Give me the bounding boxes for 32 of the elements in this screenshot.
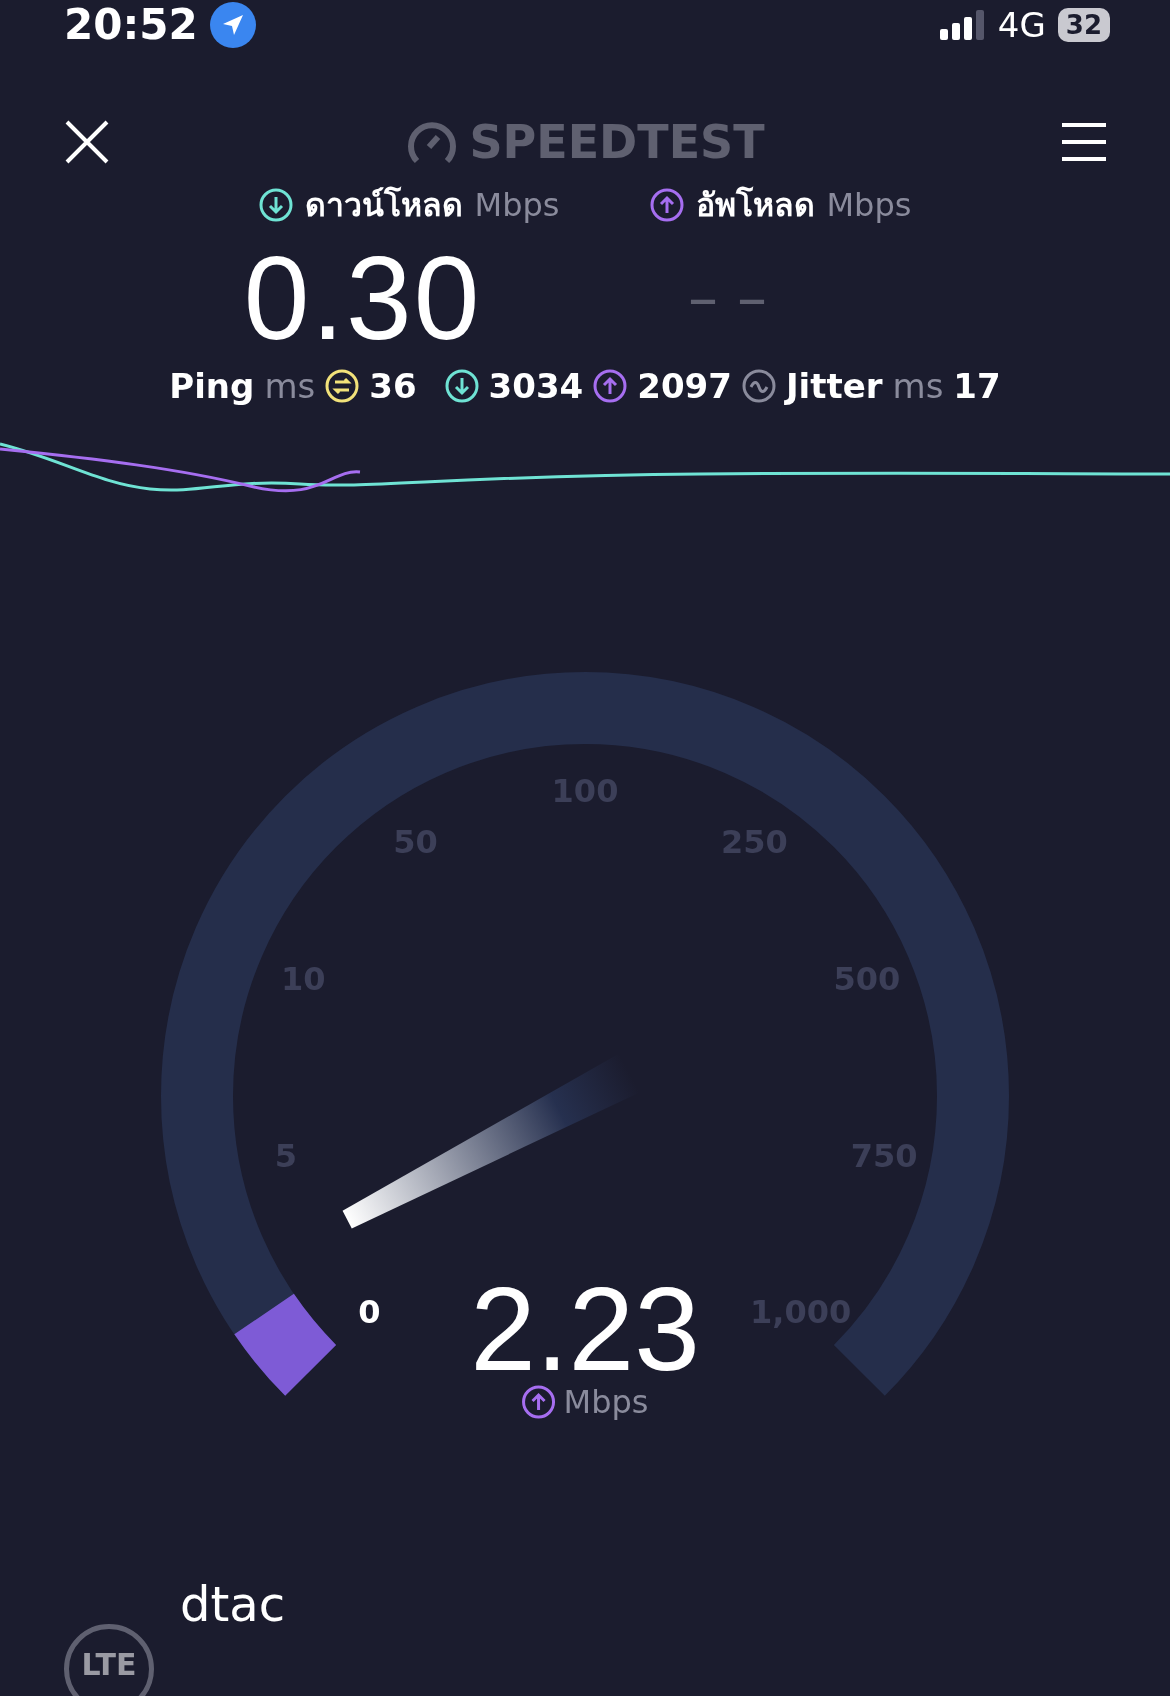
download-unit: Mbps: [474, 185, 560, 224]
jitter-label: Jitter: [785, 366, 883, 406]
clock-time: 20:52: [64, 0, 198, 49]
download-icon: [444, 369, 479, 403]
jitter-icon: [741, 369, 776, 403]
ping-label: Ping: [169, 366, 255, 406]
network-type: 4G: [997, 4, 1046, 45]
gauge-logo-icon: [407, 119, 458, 165]
close-button[interactable]: [64, 119, 110, 165]
ping-value: 36: [369, 366, 417, 406]
signal-icon: [939, 9, 986, 40]
ping-unit: ms: [264, 366, 316, 406]
upload-icon: [593, 369, 628, 403]
connection-type-badge: LTE: [64, 1624, 154, 1696]
jitter-unit: ms: [892, 366, 944, 406]
upload-unit: Mbps: [826, 185, 912, 224]
menu-button[interactable]: [1062, 122, 1106, 162]
download-speed: 0.30: [243, 231, 482, 366]
ping-icon: [325, 369, 360, 403]
gauge-tick-label: 0: [358, 1292, 381, 1331]
upload-icon: [521, 1385, 556, 1419]
app-logo-text: SPEEDTEST: [469, 115, 765, 169]
upload-label: อัพโหลด: [695, 185, 815, 226]
download-latency: 3034: [488, 366, 584, 406]
upload-icon: [649, 187, 684, 222]
battery-indicator: 32: [1057, 7, 1110, 42]
jitter-value: 17: [953, 366, 1001, 406]
download-label: ดาวน์โหลด: [304, 185, 463, 226]
download-icon: [258, 187, 293, 222]
provider-name: dtac: [180, 1576, 286, 1632]
upload-latency: 2097: [637, 366, 732, 406]
upload-speed: – –: [687, 263, 768, 333]
